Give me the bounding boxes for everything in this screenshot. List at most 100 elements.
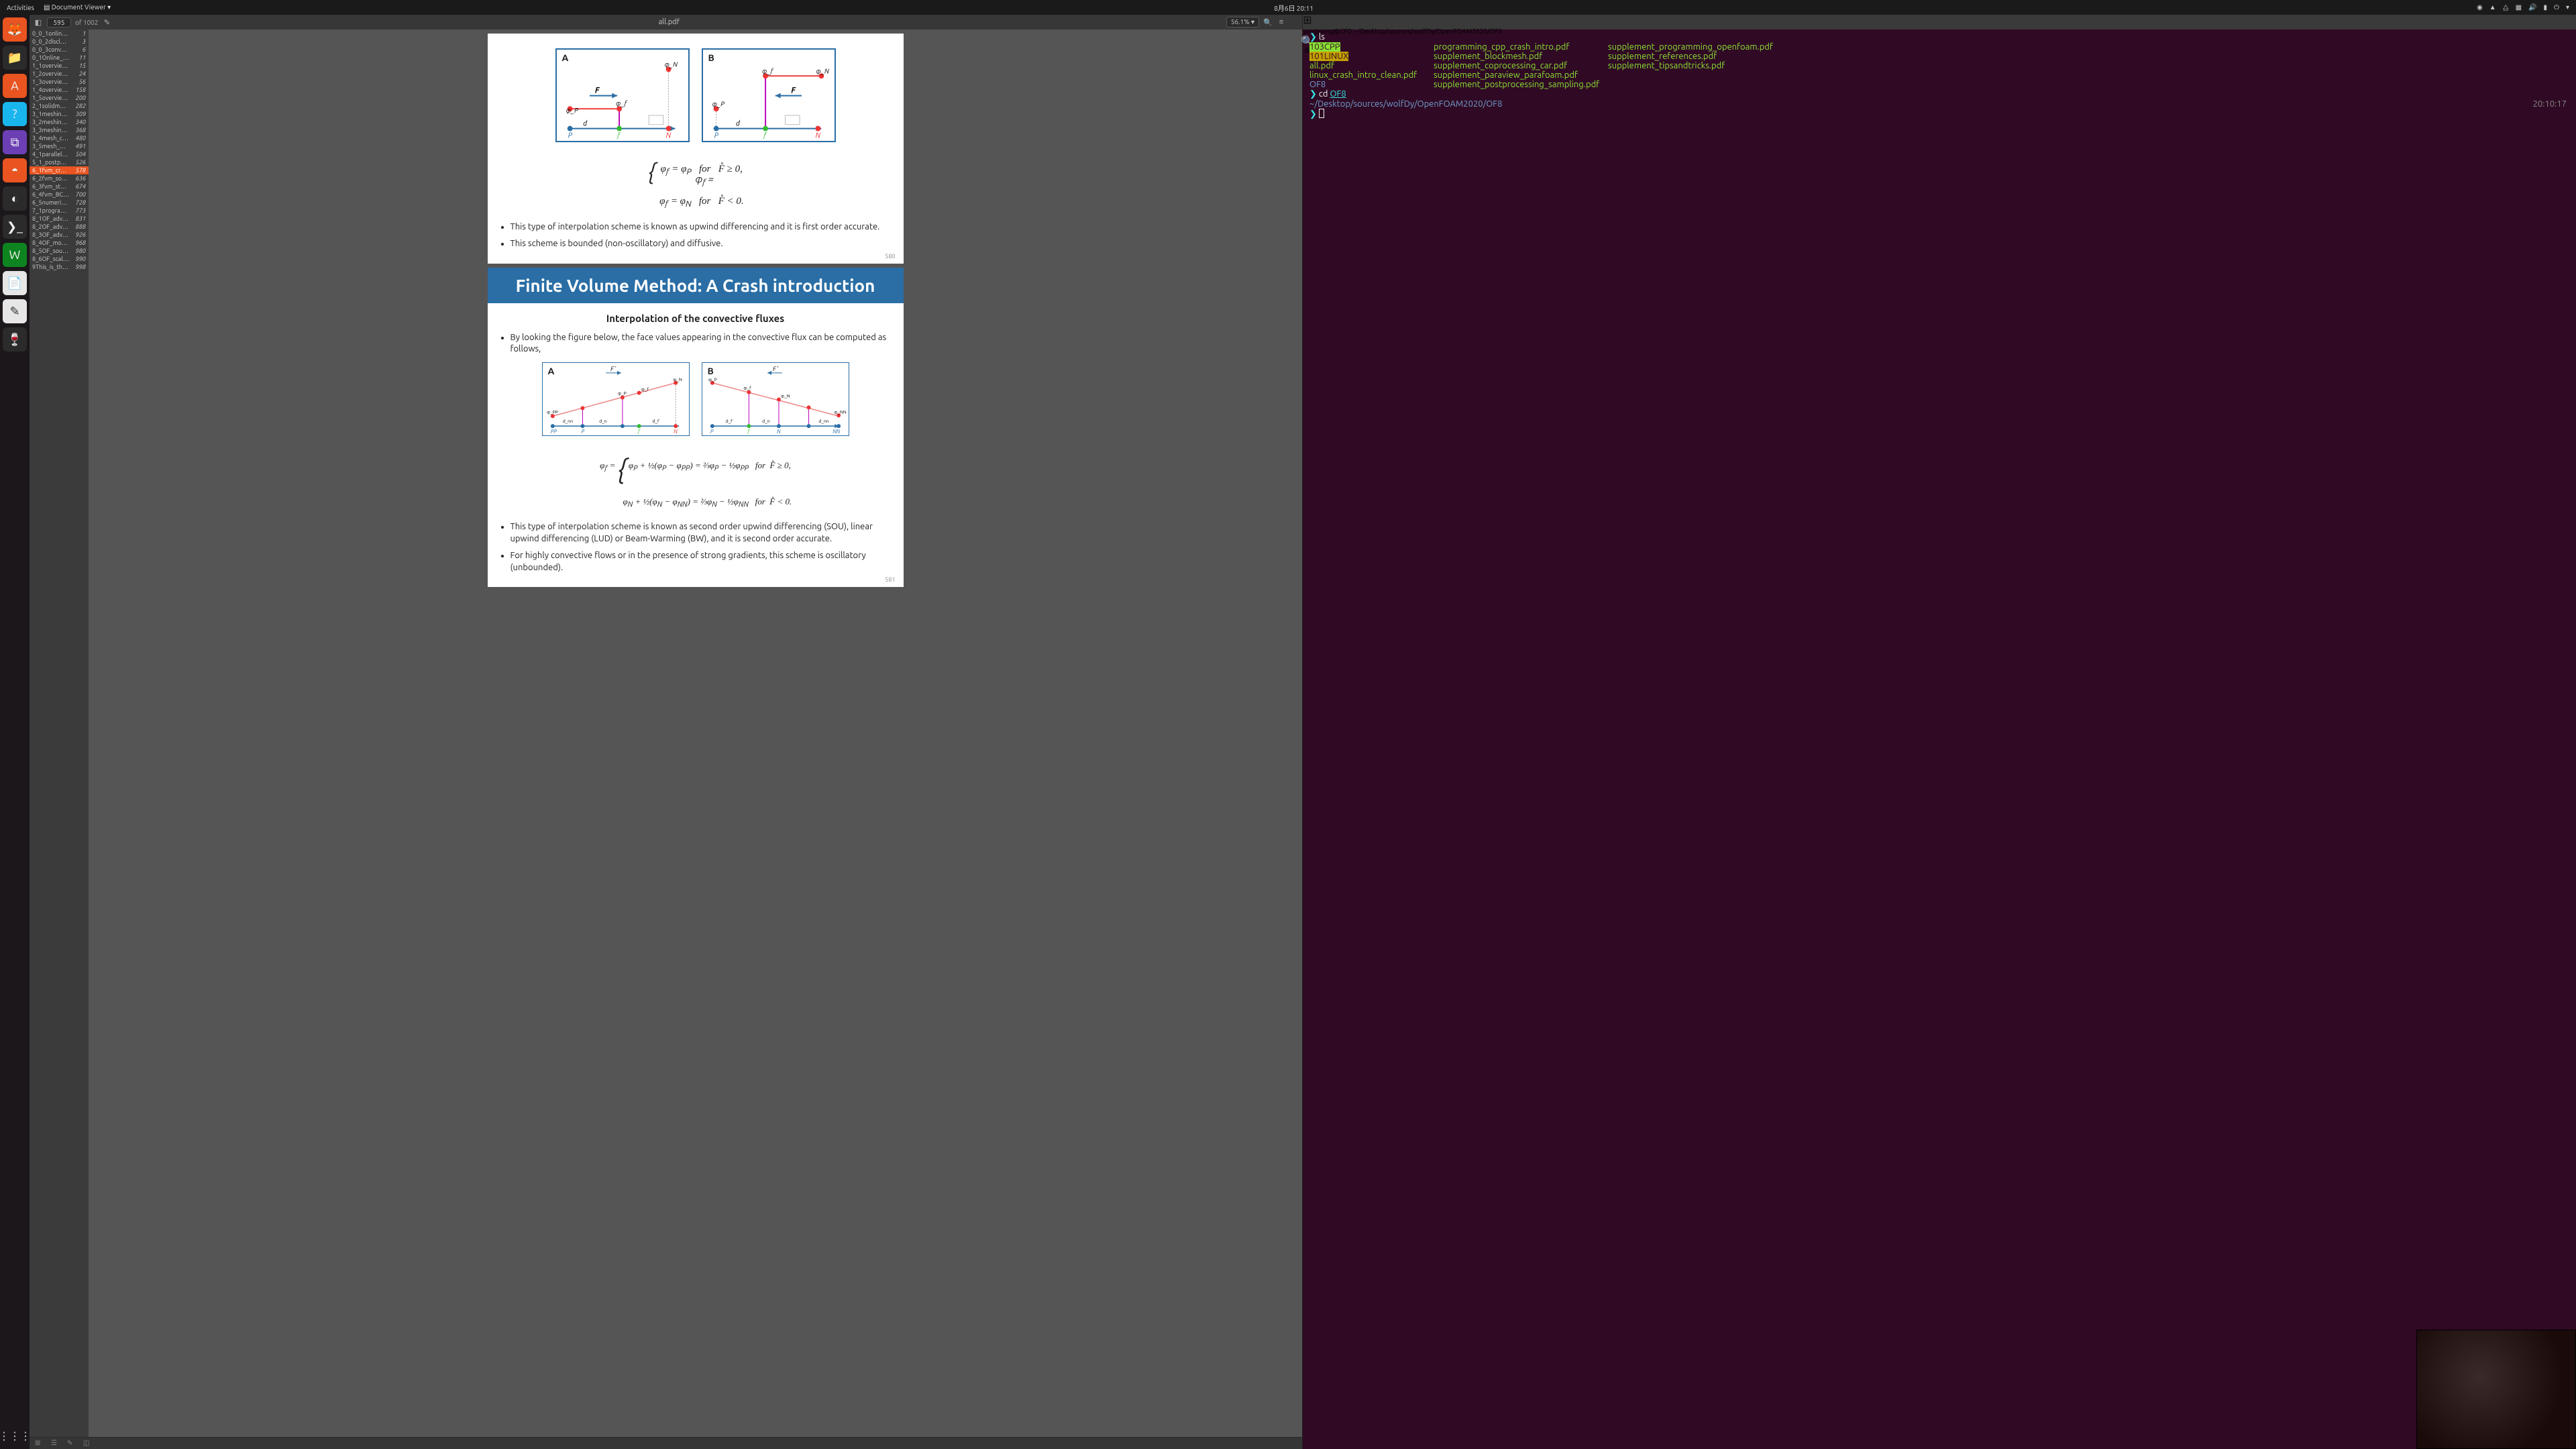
outline-item[interactable]: 4_1parallel…504	[30, 150, 89, 158]
text-icon[interactable]: ✎	[3, 299, 27, 323]
svg-text:P: P	[581, 429, 584, 435]
svg-text:φ_P: φ_P	[712, 100, 724, 107]
svg-text:d_n: d_n	[762, 419, 769, 424]
zoom-dropdown[interactable]: 56.1% ▾	[1226, 17, 1259, 28]
svg-text:N: N	[776, 429, 780, 435]
terminal-icon[interactable]: ❯_	[3, 215, 27, 239]
page-number-input[interactable]	[47, 17, 71, 28]
help-icon[interactable]: ?	[3, 102, 27, 126]
firefox-icon[interactable]: 🦊	[3, 17, 27, 42]
battery-icon: ▮	[2544, 3, 2548, 11]
outline-item[interactable]: 6_3fvm_st…674	[30, 182, 89, 191]
svg-text:φ_N: φ_N	[664, 60, 677, 68]
outline-item[interactable]: 1_2overvie…24	[30, 70, 89, 78]
outline-item[interactable]: 6_5numeri…728	[30, 199, 89, 207]
view-list-icon[interactable]: ☰	[51, 1439, 60, 1448]
svg-text:φ_f: φ_f	[743, 386, 751, 391]
status-area[interactable]: ◉ ▲ ⧋ ▦ 🔊 ▮ ⏻ ▾	[2477, 3, 2569, 11]
clock[interactable]: 8月6日 20:11	[111, 3, 2477, 13]
outline-item[interactable]: 1_5overvie…200	[30, 94, 89, 102]
bullet-text: For highly convective flows or in the pr…	[511, 550, 890, 574]
terminal-body[interactable]: ❯ ls 103CPPprogramming_cpp_crash_intro.p…	[1303, 30, 2576, 1449]
bullet-text: This type of interpolation scheme is kno…	[511, 221, 890, 233]
app-menu[interactable]: ▤ Document Viewer ▾	[44, 3, 111, 11]
outline-item[interactable]: 3_3meshin…368	[30, 126, 89, 134]
svg-text:F: F	[594, 87, 600, 95]
outline-sidebar[interactable]: 0_0_1onlin…10_0_2discl…30_0_3conv…60_1On…	[30, 30, 89, 1437]
outline-item[interactable]: 7_1progra…773	[30, 207, 89, 215]
svg-text:φ_PP: φ_PP	[546, 410, 557, 415]
outline-item[interactable]: 1_4overvie…158	[30, 86, 89, 94]
outline-item[interactable]: 8_1OF_adv…831	[30, 215, 89, 223]
doc-title: all.pdf	[116, 18, 1222, 26]
webcam-overlay	[2416, 1330, 2576, 1449]
outline-item[interactable]: 5_1_postp…526	[30, 158, 89, 166]
pdf-page-581: Finite Volume Method: A Crash introducti…	[488, 268, 904, 587]
slide-title: Finite Volume Method: A Crash introducti…	[488, 268, 904, 303]
figure-b-sou: B F̊ P f	[702, 362, 849, 436]
pdf-page-580: A	[488, 34, 904, 264]
evince-icon[interactable]: 📄	[3, 271, 27, 295]
outline-item[interactable]: 2_1solidm…282	[30, 102, 89, 110]
outline-item[interactable]: 8_6OF_scal…990	[30, 255, 89, 263]
new-tab-icon[interactable]: ⊞	[1303, 15, 1312, 24]
figure-a: A	[555, 48, 690, 142]
outline-item[interactable]: 6_2fvm_so…636	[30, 174, 89, 182]
sidebar-toggle-icon[interactable]: ◧	[34, 17, 43, 27]
document-viewer-window: ◧ of 1002 ✎ all.pdf 56.1% ▾ 🔍 ≡ 0_0_1onl…	[30, 15, 1303, 1449]
outline-item[interactable]: 9This_is_th…998	[30, 263, 89, 271]
outline-item[interactable]: 8_2OF_adv…888	[30, 223, 89, 231]
vscode-icon[interactable]: ⧉	[3, 130, 27, 154]
svg-text:F̊: F̊	[773, 366, 779, 372]
outline-item[interactable]: 0_0_3conv…6	[30, 46, 89, 54]
outline-item[interactable]: 8_5OF_sou…980	[30, 247, 89, 255]
activities-button[interactable]: Activities	[7, 4, 34, 11]
svg-text:f: f	[747, 429, 750, 435]
equation-upwind: { φf = φP for F̊ ≥ 0, φf = φN for F̊ < 0…	[501, 152, 890, 212]
search-icon[interactable]: 🔍	[1263, 17, 1273, 27]
wine-icon[interactable]: 🍷	[3, 327, 27, 352]
outline-item[interactable]: 3_4mesh_c…480	[30, 134, 89, 142]
outline-item[interactable]: 6_4fvm_BC…700	[30, 191, 89, 199]
outline-item[interactable]: 8_3OF_adv…926	[30, 231, 89, 239]
outline-item[interactable]: 1_1overvie…15	[30, 62, 89, 70]
outline-item[interactable]: 1_3overvie…56	[30, 78, 89, 86]
bullet-text: This scheme is bounded (non-oscillatory)…	[511, 238, 890, 250]
outline-item[interactable]: 8_4OF_mo…968	[30, 239, 89, 247]
outline-item[interactable]: 3_1meshin…309	[30, 110, 89, 118]
wifi-icon: ⧋	[2503, 3, 2509, 11]
figure-a-sou: A F̊ PP P	[542, 362, 690, 436]
files-icon[interactable]: 📁	[3, 46, 27, 70]
svg-text:NN: NN	[833, 429, 840, 435]
svg-text:φ_N: φ_N	[673, 378, 682, 382]
hamburger-icon[interactable]: ≡	[1277, 17, 1286, 27]
annotate-icon[interactable]: ✎	[67, 1439, 76, 1448]
equation-sou: φf = { φP + ½(φP − φPP) = ⅔φP − ½φPP for…	[501, 445, 890, 512]
svg-text:φ_f: φ_f	[616, 99, 627, 107]
show-apps-icon[interactable]: ⋮⋮⋮	[0, 1430, 31, 1449]
svg-text:PP: PP	[550, 429, 557, 435]
edit-icon[interactable]: ✎	[103, 17, 112, 27]
svg-text:P: P	[710, 429, 713, 435]
chevron-down-icon: ▾	[2566, 3, 2569, 11]
doc-toolbar: ◧ of 1002 ✎ all.pdf 56.1% ▾ 🔍 ≡	[30, 15, 1302, 30]
obs2-icon[interactable]: ◐	[3, 186, 27, 211]
outline-item[interactable]: 6_1fvm_cr…578	[30, 166, 89, 174]
svg-text:d: d	[735, 120, 740, 128]
bookmark-icon[interactable]: ◫	[83, 1439, 93, 1448]
svg-text:d_nn: d_nn	[818, 419, 828, 424]
outline-item[interactable]: 3_5mesh_…491	[30, 142, 89, 150]
outline-item[interactable]: 0_1Online_…11	[30, 54, 89, 62]
bullet-text: By looking the figure below, the face va…	[511, 332, 890, 356]
wps-icon[interactable]: W	[3, 243, 27, 267]
page-view[interactable]: A	[89, 30, 1302, 1437]
view-grid-icon[interactable]: ⊞	[35, 1439, 44, 1448]
warning-icon: ▲	[2489, 3, 2496, 11]
svg-text:f: f	[763, 131, 767, 140]
page-number-label: 581	[885, 576, 895, 583]
outline-item[interactable]: 3_2meshin…340	[30, 118, 89, 126]
obs-icon[interactable]: ◓	[3, 158, 27, 182]
outline-item[interactable]: 0_0_1onlin…1	[30, 30, 89, 38]
outline-item[interactable]: 0_0_2discl…3	[30, 38, 89, 46]
software-icon[interactable]: A	[3, 74, 27, 98]
